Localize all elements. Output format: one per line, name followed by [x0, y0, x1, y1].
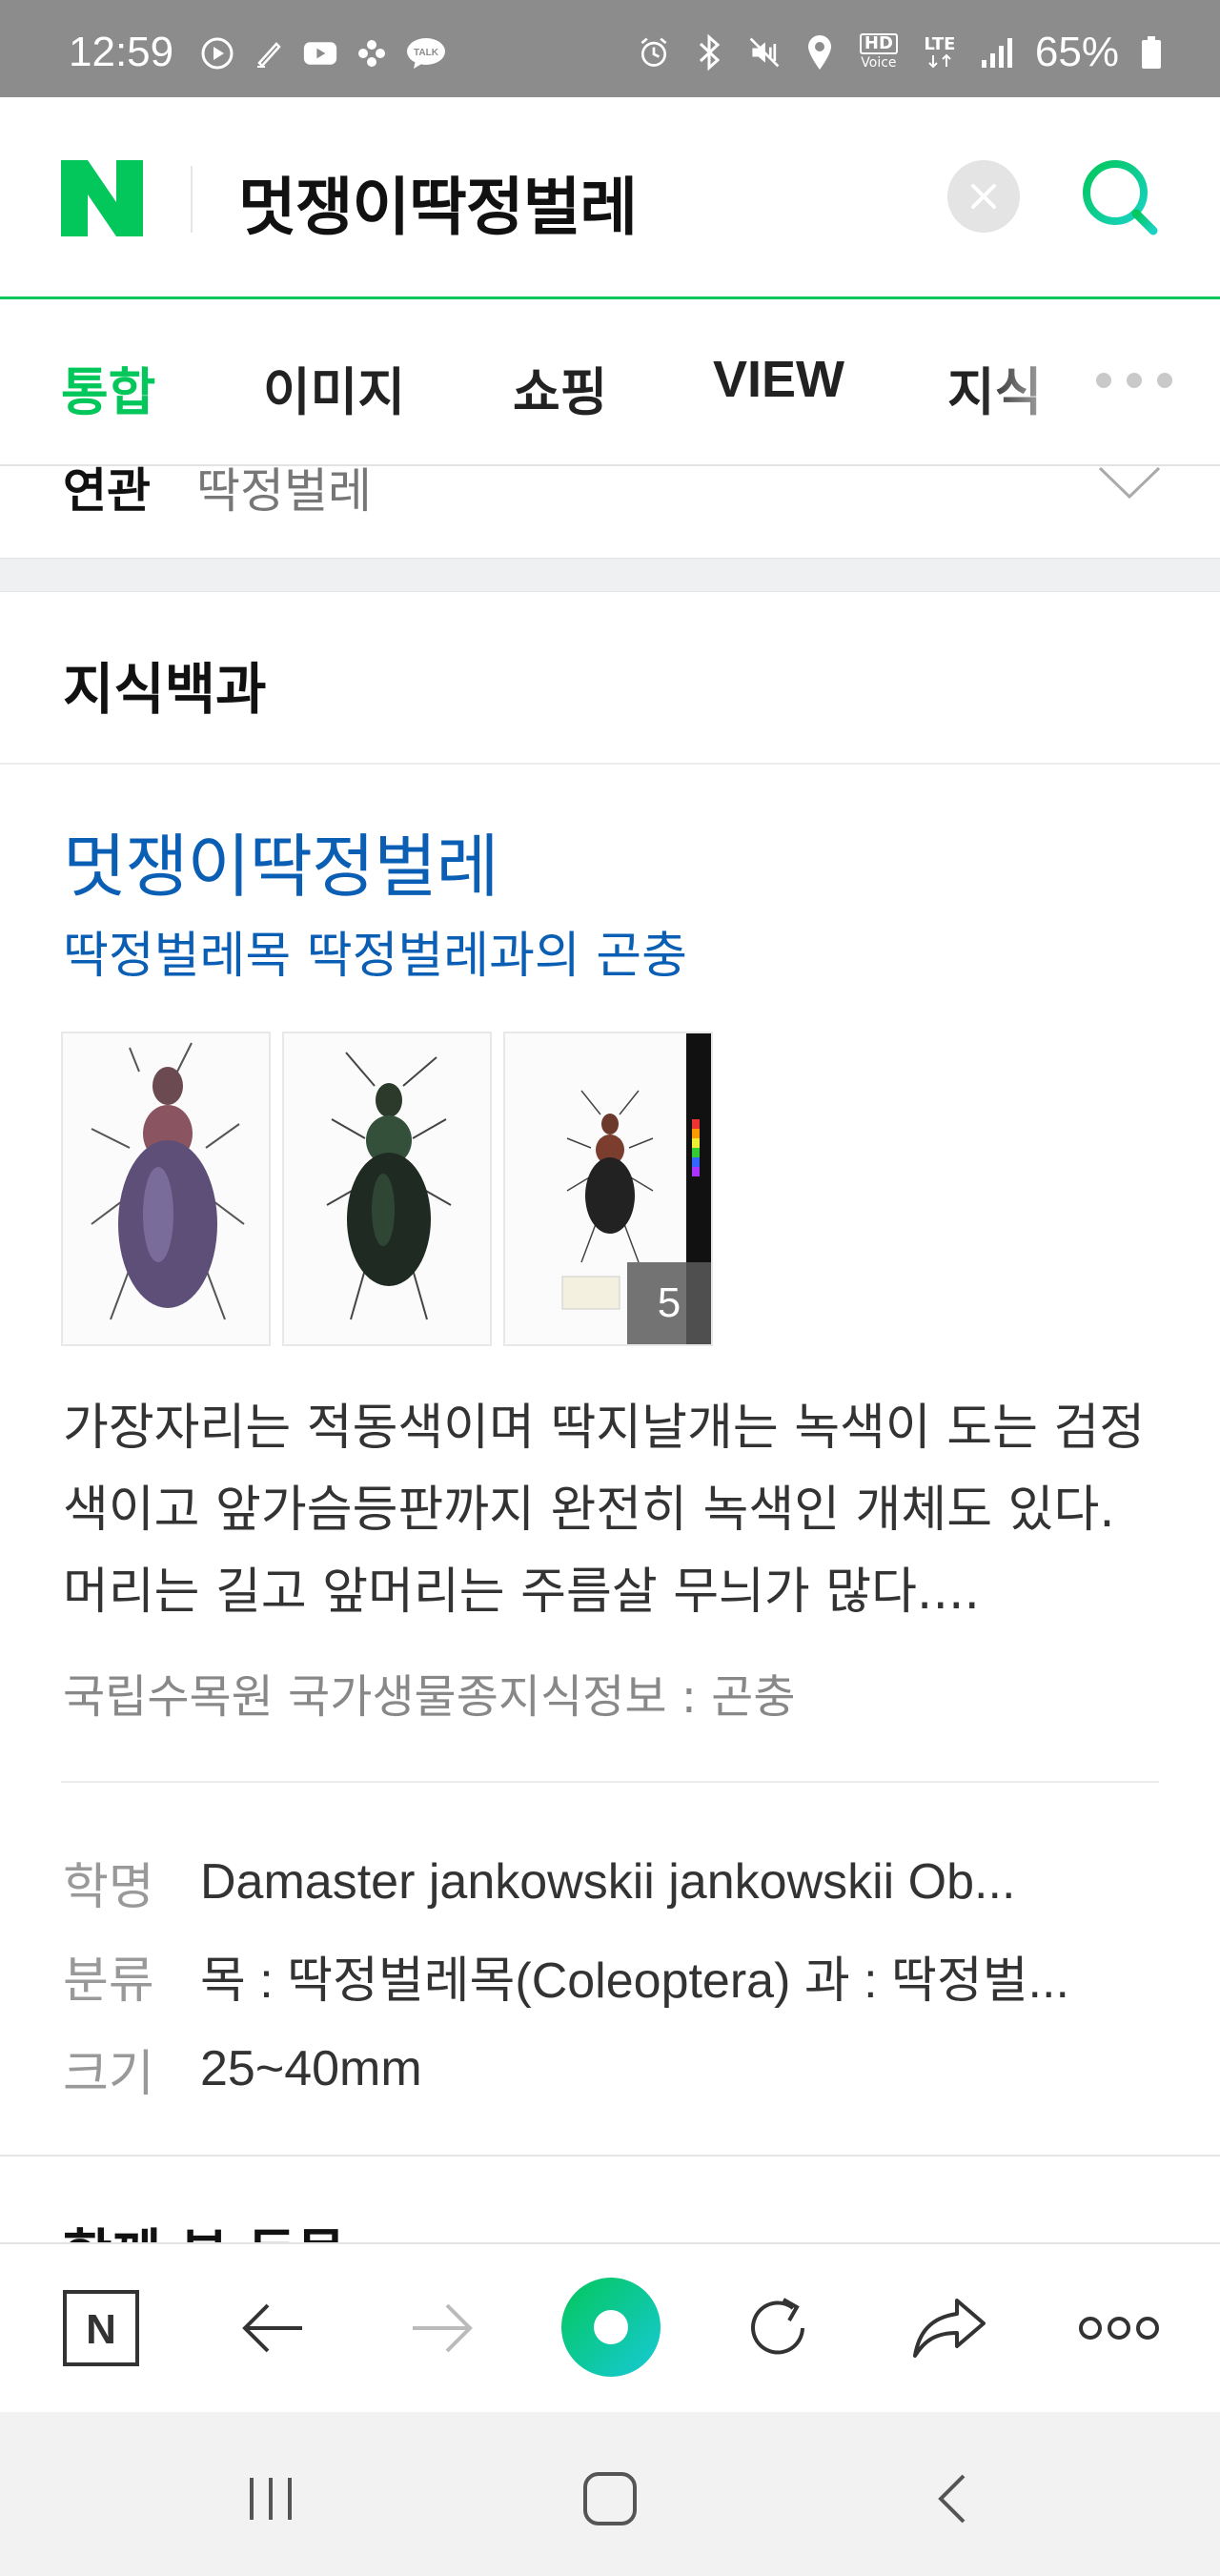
svg-text:N: N: [86, 2306, 116, 2353]
search-header: 멋쟁이딱정벌레: [0, 97, 1220, 299]
clear-search-button[interactable]: [947, 160, 1020, 233]
thumbnail-image[interactable]: 5: [503, 1032, 713, 1346]
status-left-icons: TALK: [200, 36, 446, 71]
info-key: 분류: [63, 1952, 154, 2010]
search-query[interactable]: 멋쟁이딱정벌레: [238, 156, 638, 248]
back-icon: [938, 2474, 966, 2524]
info-value: 목 : 딱정벌레목(Coleoptera) 과 : 딱정벌...: [200, 1952, 1069, 2009]
forward-button[interactable]: [396, 2282, 488, 2374]
status-bar: 12:59 TALK HD Voice LTE 65%: [0, 0, 1220, 97]
system-back-button[interactable]: [915, 2465, 991, 2532]
dot-icon: [1157, 373, 1172, 388]
tab-images[interactable]: 이미지: [263, 350, 405, 425]
thumbnail-image[interactable]: [282, 1032, 492, 1346]
related-value[interactable]: 딱정벌레: [196, 466, 372, 521]
home-icon: [583, 2472, 637, 2525]
related-keywords[interactable]: 연관 딱정벌레: [0, 466, 1220, 558]
signal-icon: [980, 35, 1014, 70]
tab-integrated[interactable]: 통합: [61, 350, 155, 425]
info-row-scientific-name: 학명 Damaster jankowskii jankowskii Ob...: [63, 1835, 1159, 1929]
talk-icon: TALK: [406, 36, 446, 71]
beetle-image: [326, 1052, 452, 1320]
naver-home-icon: N: [63, 2290, 139, 2366]
image-thumbnails: 5: [61, 1032, 713, 1346]
entry-info-table: 학명 Damaster jankowskii jankowskii Ob... …: [63, 1835, 1159, 2116]
divider: [61, 1781, 1159, 1783]
share-icon: [913, 2299, 986, 2358]
close-icon: [971, 184, 996, 209]
browser-toolbar: N: [0, 2242, 1220, 2412]
info-row-size: 크기 25~40mm: [63, 2022, 1159, 2116]
naver-home-button[interactable]: N: [55, 2282, 147, 2374]
back-arrow-icon: [242, 2303, 302, 2353]
dot-icon: [1096, 373, 1111, 388]
naver-logo[interactable]: [61, 160, 143, 236]
youtube-icon: [303, 36, 337, 71]
tab-fade: [982, 331, 1087, 445]
lte-icon: LTE: [921, 35, 959, 70]
battery-icon: [1140, 35, 1163, 70]
knowledge-section-header: 지식백과: [0, 593, 1220, 765]
more-button[interactable]: [1073, 2282, 1165, 2374]
alarm-icon: [637, 35, 671, 70]
battery-percent: 65%: [1034, 29, 1119, 75]
tab-more-button[interactable]: [1096, 373, 1172, 388]
mute-icon: [747, 35, 782, 70]
share-button[interactable]: [904, 2282, 995, 2374]
forward-arrow-icon: [413, 2303, 473, 2353]
info-value: Damaster jankowskii jankowskii Ob...: [200, 1854, 1016, 1910]
recent-apps-button[interactable]: [233, 2465, 309, 2532]
chevron-down-icon[interactable]: [1096, 466, 1163, 504]
home-button[interactable]: [572, 2465, 648, 2532]
hd-voice-icon: HD Voice: [859, 33, 898, 71]
search-button[interactable]: [1077, 154, 1163, 240]
entry-description[interactable]: 가장자리는 적동색이며 딱지날개는 녹색이 도는 검정색이고 앞가슴등판까지 완…: [63, 1387, 1169, 1633]
entry-title-link[interactable]: 멋쟁이딱정벌레: [63, 810, 499, 910]
related-label: 연관: [63, 466, 151, 519]
green-dot-button[interactable]: [559, 2275, 663, 2380]
back-button[interactable]: [227, 2282, 318, 2374]
status-right-icons: HD Voice LTE 65%: [637, 29, 1163, 76]
section-divider: [0, 2155, 1220, 2157]
info-value: 25~40mm: [200, 2041, 422, 2096]
dot-icon: [1127, 373, 1142, 388]
tab-shopping[interactable]: 쇼핑: [513, 350, 607, 425]
section-gap: [0, 558, 1220, 592]
reload-button[interactable]: [732, 2282, 824, 2374]
image-count-badge[interactable]: 5: [627, 1262, 711, 1344]
entry-subtitle-link[interactable]: 딱정벌레목 딱정벌레과의 곤충: [63, 915, 687, 987]
recent-apps-icon: [250, 2478, 292, 2520]
search-icon: [1083, 160, 1158, 235]
svg-text:TALK: TALK: [414, 48, 439, 58]
play-circle-icon: [200, 36, 234, 71]
system-nav-bar: [0, 2412, 1220, 2576]
entry-source[interactable]: 국립수목원 국가생물종지식정보 : 곤충: [63, 1659, 796, 1726]
info-row-classification: 분류 목 : 딱정벌레목(Coleoptera) 과 : 딱정벌...: [63, 1929, 1159, 2022]
status-time: 12:59: [69, 29, 174, 75]
tab-view[interactable]: VIEW: [713, 350, 844, 409]
thumbnail-image[interactable]: [61, 1032, 271, 1346]
info-key: 크기: [63, 2045, 154, 2103]
more-icon: [1079, 2317, 1159, 2340]
flower-icon: [355, 36, 389, 71]
section-title: 지식백과: [63, 657, 267, 722]
green-dot-icon: [561, 2278, 661, 2377]
header-divider: [191, 166, 193, 233]
reload-icon: [751, 2298, 804, 2355]
pen-icon: [252, 36, 286, 71]
info-key: 학명: [63, 1858, 154, 1916]
beetle-image: [91, 1042, 245, 1320]
search-tabs: 통합 이미지 쇼핑 VIEW 지식: [0, 302, 1220, 466]
location-icon: [803, 35, 837, 70]
bluetooth-icon: [692, 33, 726, 72]
